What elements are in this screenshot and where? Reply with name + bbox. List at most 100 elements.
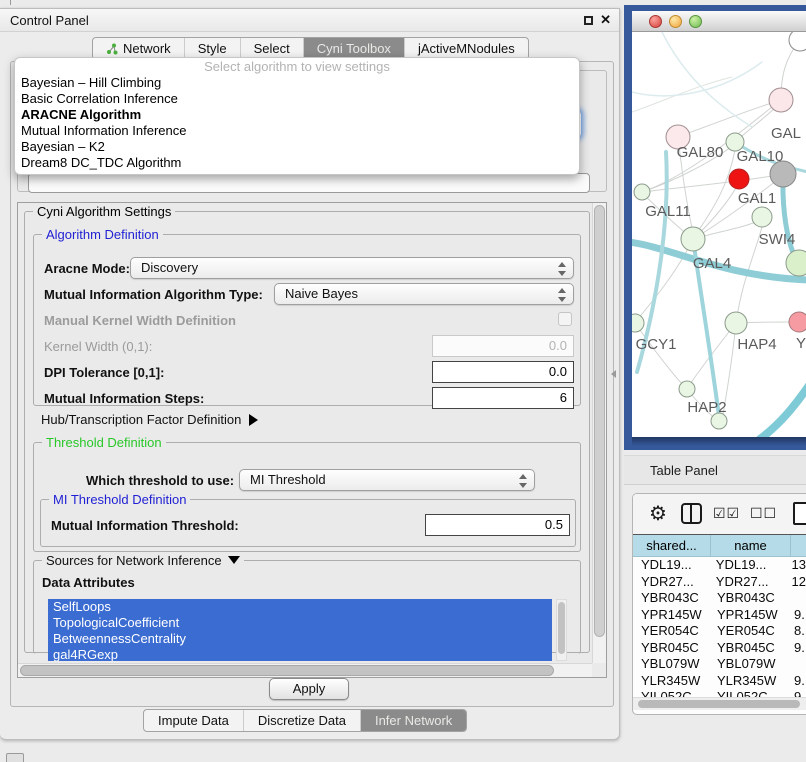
table-row[interactable]: YBL079WYBL079W xyxy=(633,656,806,673)
dpi-tolerance-input[interactable]: 0.0 xyxy=(432,361,574,383)
control-panel-titlebar: Control Panel ✕ xyxy=(0,9,619,32)
aracne-mode-combo[interactable]: Discovery xyxy=(130,257,574,279)
algorithm-dropdown-placeholder: Select algorithm to view settings xyxy=(15,58,579,75)
table-cell: YBL079W xyxy=(633,656,711,673)
table-body: YDL19...YDL19...13YDR27...YDR27...12YBR0… xyxy=(633,557,806,697)
network-node[interactable] xyxy=(789,32,806,51)
select-all-icon[interactable]: ☑☑ xyxy=(713,505,740,522)
algorithm-option[interactable]: Bayesian – K2 xyxy=(15,139,579,155)
export-table-icon[interactable] xyxy=(793,502,806,525)
algorithm-option[interactable]: ARACNE Algorithm xyxy=(15,107,579,123)
table-panel-body: ⚙ ☑☑ ☐☐ shared... name YDL19...YDL19...1… xyxy=(632,493,806,715)
table-toolbar: ⚙ ☑☑ ☐☐ xyxy=(633,494,806,534)
network-view-window: GALGAL80GAL10GAL1GAL11SWI4GAL4GCY1HAP4YH… xyxy=(624,5,806,450)
network-node[interactable] xyxy=(679,381,695,397)
network-node[interactable] xyxy=(752,207,772,227)
attribute-list-item[interactable]: BetweennessCentrality xyxy=(48,631,552,647)
network-selector-combo[interactable] xyxy=(28,173,590,193)
tab-jactivemnodules[interactable]: jActiveMNodules xyxy=(405,38,528,59)
settings-horizontal-scrollbar[interactable] xyxy=(18,663,592,677)
close-traffic-light[interactable] xyxy=(649,15,662,28)
algorithm-option[interactable]: Dream8 DC_TDC Algorithm xyxy=(15,155,579,171)
table-row[interactable]: YER054CYER054C8. xyxy=(633,623,806,640)
network-node[interactable] xyxy=(729,169,749,189)
network-node[interactable] xyxy=(725,312,747,334)
table-cell: YIL052C xyxy=(711,689,791,697)
table-cell: YBR045C xyxy=(633,640,711,657)
network-edge xyxy=(682,100,781,135)
table-row[interactable]: YBR045CYBR045C9. xyxy=(633,640,806,657)
algorithm-definition-legend: Algorithm Definition xyxy=(42,227,163,242)
kernel-width-input[interactable]: 0.0 xyxy=(432,335,574,357)
control-panel-window: Control Panel ✕ Network Style Select Cyn… xyxy=(0,8,620,740)
control-panel-title: Control Panel xyxy=(10,13,89,28)
minimize-traffic-light[interactable] xyxy=(669,15,682,28)
tab-style[interactable]: Style xyxy=(185,38,241,59)
attribute-list-item[interactable]: gal4RGexp xyxy=(48,647,552,661)
table-row[interactable]: YPR145WYPR145W9. xyxy=(633,607,806,624)
table-cell: 9. xyxy=(791,689,806,697)
columns-icon[interactable] xyxy=(681,503,702,524)
algorithm-option[interactable]: Bayesian – Hill Climbing xyxy=(15,75,579,91)
mi-steps-input[interactable]: 6 xyxy=(432,387,574,409)
tab-select[interactable]: Select xyxy=(241,38,304,59)
network-node[interactable] xyxy=(681,227,705,251)
scrollbar-thumb[interactable] xyxy=(558,602,565,654)
table-cell: YDR27... xyxy=(633,574,710,591)
settings-vertical-scrollbar[interactable] xyxy=(592,203,606,663)
table-row[interactable]: YDR27...YDR27...12 xyxy=(633,574,806,591)
tab-cyni-toolbox[interactable]: Cyni Toolbox xyxy=(304,38,405,59)
algorithm-option[interactable]: Mutual Information Inference xyxy=(15,123,579,139)
network-icon xyxy=(106,43,118,55)
algorithm-option[interactable]: Basic Correlation Inference xyxy=(15,91,579,107)
attribute-list-item[interactable]: SelfLoops xyxy=(48,599,552,615)
table-cell: YPR145W xyxy=(633,607,711,624)
network-node[interactable] xyxy=(769,88,793,112)
sources-legend[interactable]: Sources for Network Inference xyxy=(42,553,244,568)
manual-kernel-width-checkbox[interactable] xyxy=(558,312,572,326)
network-canvas[interactable]: GALGAL80GAL10GAL1GAL11SWI4GAL4GCY1HAP4YH… xyxy=(632,32,806,437)
mi-algorithm-type-combo[interactable]: Naive Bayes xyxy=(274,283,574,305)
apply-button[interactable]: Apply xyxy=(269,678,349,700)
scrollbar-thumb[interactable] xyxy=(20,665,554,676)
table-horizontal-scrollbar[interactable] xyxy=(633,697,806,710)
gear-icon[interactable]: ⚙ xyxy=(649,501,667,526)
float-window-icon[interactable] xyxy=(584,16,593,25)
sources-group: Sources for Network Inference Data Attri… xyxy=(33,560,581,654)
network-node[interactable] xyxy=(786,250,806,276)
manual-kernel-width-label: Manual Kernel Width Definition xyxy=(44,313,236,328)
network-node[interactable] xyxy=(634,184,650,200)
hub-tf-definition-expander[interactable]: Hub/Transcription Factor Definition xyxy=(41,412,258,427)
column-header-name[interactable]: name xyxy=(711,535,791,556)
panel-divider-handle[interactable] xyxy=(611,370,616,378)
column-header-partial[interactable] xyxy=(791,535,806,556)
close-icon[interactable]: ✕ xyxy=(600,12,611,28)
table-cell: 9. xyxy=(791,640,806,657)
column-header-shared-name[interactable]: shared... xyxy=(633,535,711,556)
mi-threshold-input[interactable]: 0.5 xyxy=(425,514,570,536)
tab-infer-network[interactable]: Infer Network xyxy=(361,710,466,731)
table-row[interactable]: YIL052CYIL052C9. xyxy=(633,689,806,697)
table-row[interactable]: YDL19...YDL19...13 xyxy=(633,557,806,574)
tab-discretize-data[interactable]: Discretize Data xyxy=(244,710,361,731)
expand-right-icon xyxy=(249,414,258,426)
which-threshold-combo[interactable]: MI Threshold xyxy=(239,469,535,491)
network-node[interactable] xyxy=(789,312,806,332)
mi-threshold-group: MI Threshold Definition Mutual Informati… xyxy=(40,499,576,547)
table-row[interactable]: YLR345WYLR345W9. xyxy=(633,673,806,690)
tab-network[interactable]: Network xyxy=(93,38,185,59)
minimized-panel-stub[interactable] xyxy=(6,753,24,762)
scrollbar-thumb[interactable] xyxy=(638,700,800,708)
threshold-definition-group: Threshold Definition Which threshold to … xyxy=(33,442,581,552)
deselect-all-icon[interactable]: ☐☐ xyxy=(750,505,777,522)
table-cell: 8. xyxy=(791,623,806,640)
table-panel-titlebar: Table Panel xyxy=(624,455,806,485)
attributes-scrollbar[interactable] xyxy=(556,599,567,661)
attribute-list-item[interactable]: TopologicalCoefficient xyxy=(48,615,552,631)
network-node-label: HAP4 xyxy=(737,336,776,353)
tab-impute-data[interactable]: Impute Data xyxy=(144,710,244,731)
network-node[interactable] xyxy=(632,314,644,332)
scrollbar-thumb[interactable] xyxy=(594,205,605,637)
zoom-traffic-light[interactable] xyxy=(689,15,702,28)
table-row[interactable]: YBR043CYBR043C xyxy=(633,590,806,607)
